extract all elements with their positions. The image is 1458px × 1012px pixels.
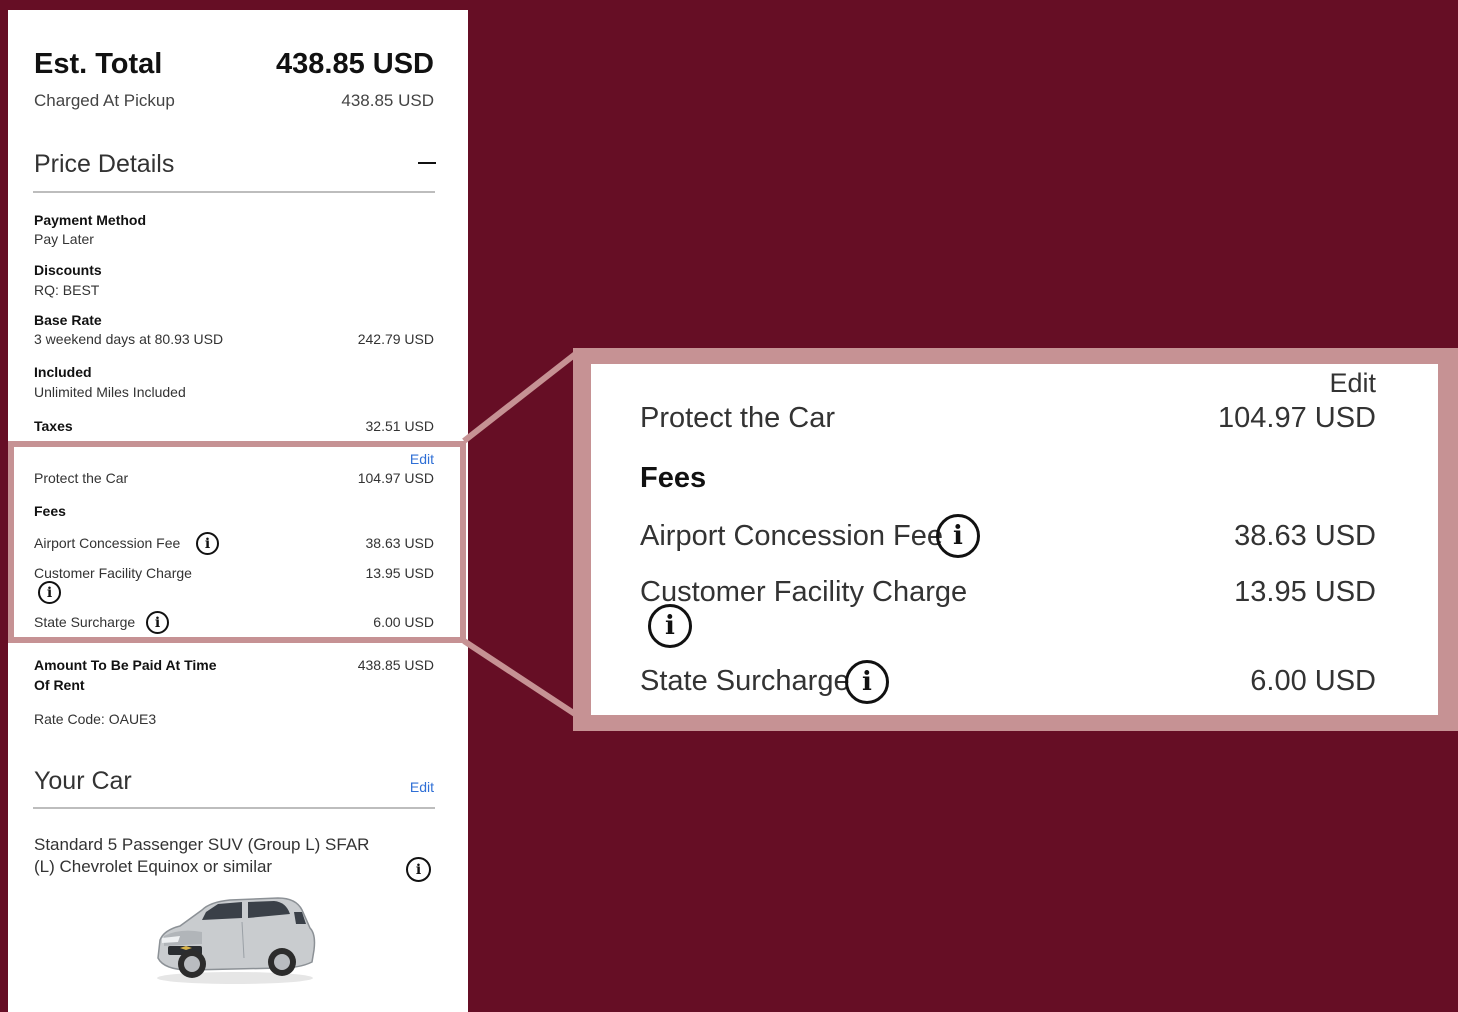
- info-icon[interactable]: i: [648, 604, 692, 648]
- zoom-protect-car-label: Protect the Car: [640, 402, 836, 434]
- zoom-edit-link[interactable]: Edit: [1329, 368, 1376, 399]
- zoom-protect-car-value: 104.97 USD: [1218, 402, 1376, 434]
- zoom-facility-charge-label: Customer Facility Charge: [640, 576, 968, 608]
- zoom-fees-label: Fees: [640, 462, 707, 494]
- info-icon[interactable]: i: [936, 514, 980, 558]
- zoom-state-surcharge-label: State Surcharge: [640, 665, 850, 697]
- info-icon[interactable]: i: [845, 660, 889, 704]
- zoom-airport-fee-label: Airport Concession Fee: [640, 520, 944, 552]
- zoom-airport-fee-value: 38.63 USD: [1234, 520, 1376, 552]
- zoom-facility-charge-value: 13.95 USD: [1234, 576, 1376, 608]
- zoom-state-surcharge-value: 6.00 USD: [1250, 665, 1376, 697]
